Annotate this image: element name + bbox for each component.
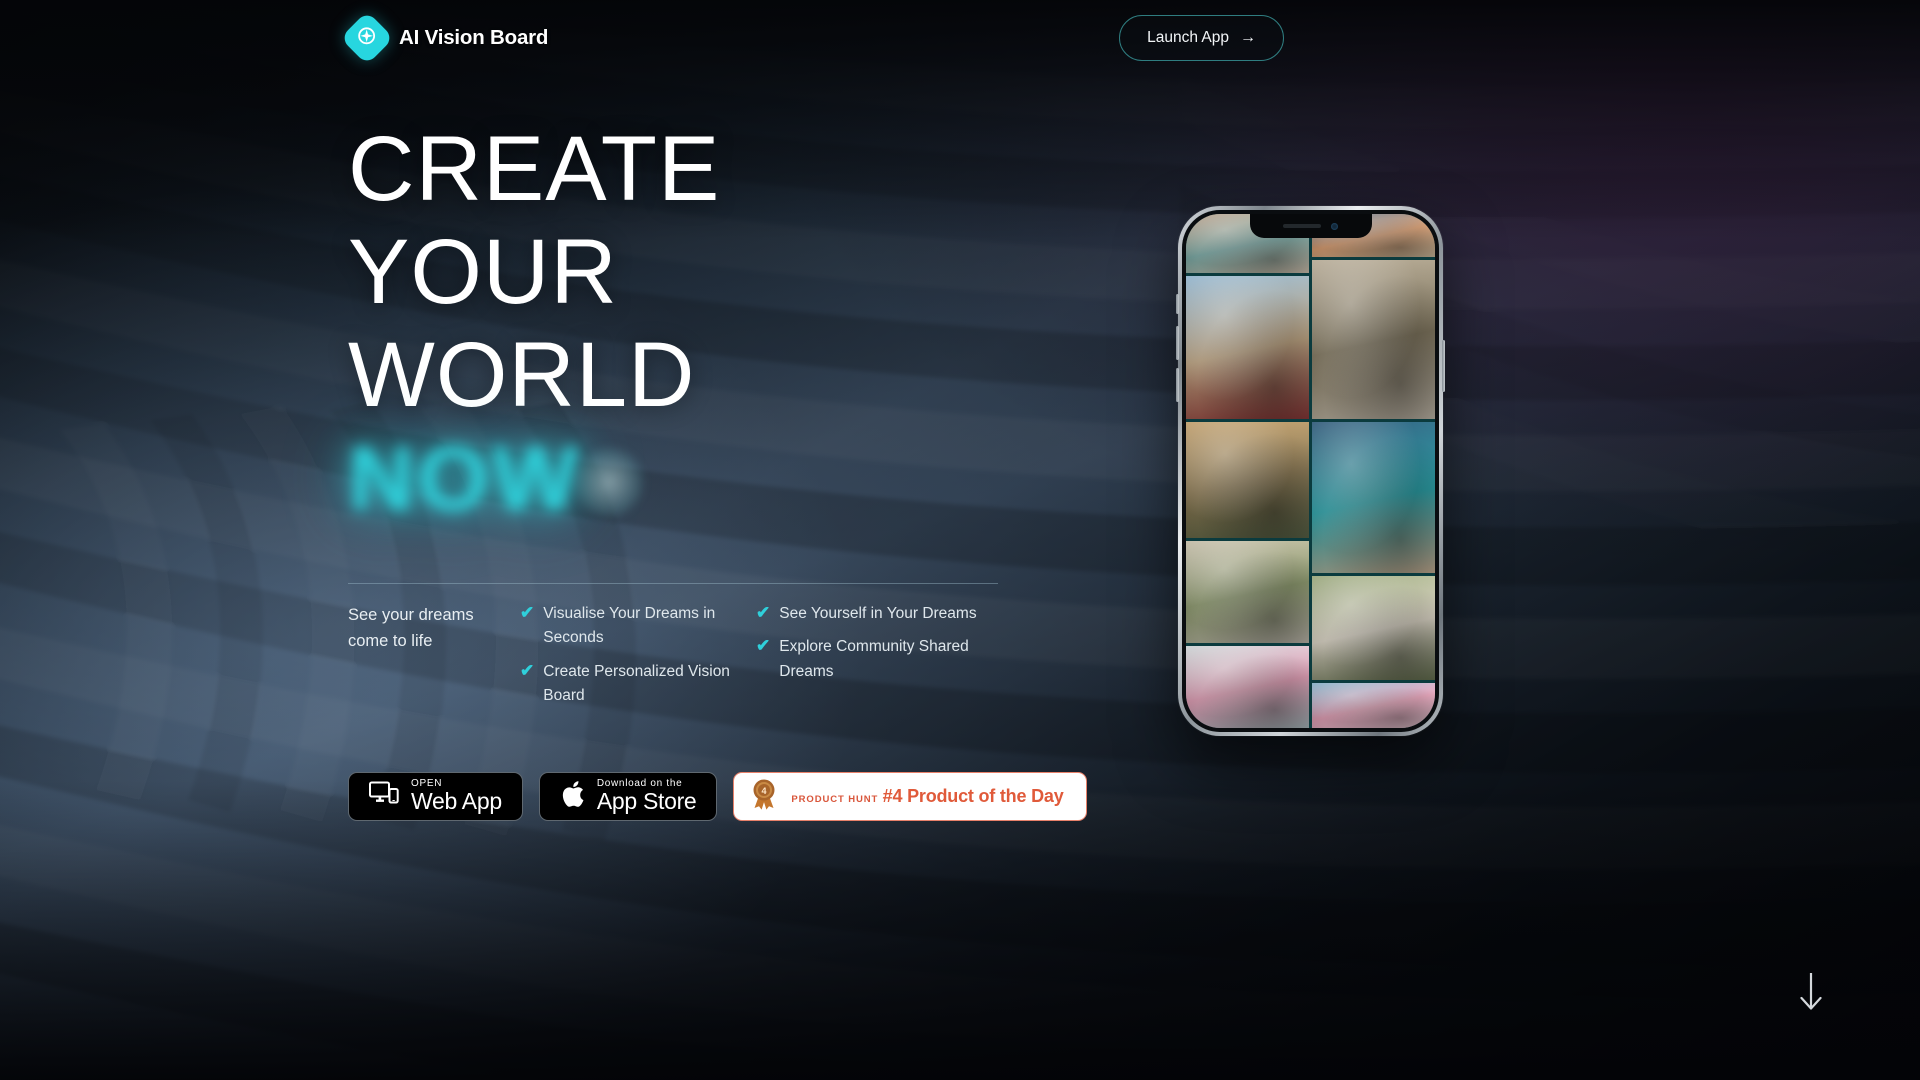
- gallery-column-right: [1312, 214, 1435, 728]
- list-item: ✔ Create Personalized Vision Board: [520, 660, 756, 709]
- web-app-badge-label: Web App: [411, 788, 502, 815]
- phone-volume-up-button: [1176, 326, 1179, 360]
- gallery-tile-tulip-bathroom[interactable]: [1186, 646, 1309, 728]
- check-icon: ✔: [520, 660, 535, 680]
- hero-section: CREATE YOUR WORLD NOW: [348, 118, 1048, 531]
- phone-mockup: [1176, 206, 1445, 736]
- gallery-tile-shading: [1312, 575, 1435, 680]
- gallery-tile-shading: [1186, 540, 1309, 644]
- feature-label: Visualise Your Dreams in Seconds: [543, 605, 716, 647]
- arrow-down-icon[interactable]: [1798, 971, 1824, 1018]
- phone-frame: [1176, 206, 1445, 736]
- page-title: CREATE YOUR WORLD: [348, 118, 1048, 427]
- headline-line-2: YOUR: [348, 221, 618, 324]
- features-section: See your dreams come to life ✔ Visualise…: [348, 583, 1008, 718]
- list-item: ✔ See Yourself in Your Dreams: [756, 602, 992, 626]
- brand-name: AI Vision Board: [399, 26, 549, 49]
- gallery-tile-shading: [1186, 646, 1309, 728]
- feature-column-two: ✔ See Yourself in Your Dreams ✔ Explore …: [756, 602, 992, 718]
- gallery-tile-woman-in-canyon[interactable]: [1186, 540, 1309, 644]
- feature-column-one: ✔ Visualise Your Dreams in Seconds ✔ Cre…: [520, 602, 756, 718]
- list-item: ✔ Visualise Your Dreams in Seconds: [520, 602, 756, 651]
- web-app-badge[interactable]: OPEN Web App: [348, 772, 523, 821]
- hero-tagline: See your dreams come to life: [348, 606, 474, 651]
- check-icon: ✔: [756, 636, 771, 656]
- svg-text:4: 4: [762, 786, 767, 796]
- phone-bezel: [1182, 210, 1439, 732]
- headline-accent-now: NOW: [348, 428, 582, 531]
- gallery-tile-teal-gown-galaxy[interactable]: [1312, 421, 1435, 573]
- earpiece-speaker-icon: [1283, 224, 1321, 228]
- gallery-tile-lioness-portrait[interactable]: [1186, 421, 1309, 538]
- app-store-badge[interactable]: Download on the App Store: [538, 772, 718, 821]
- headline-line-1: CREATE: [348, 118, 721, 220]
- brand-logo[interactable]: AI Vision Board: [340, 11, 549, 65]
- apple-icon: [560, 779, 585, 814]
- store-badges: OPEN Web App Download on the App Store 4: [348, 772, 1087, 821]
- gallery-column-left: [1186, 214, 1309, 728]
- desktop-mobile-icon: [369, 781, 399, 812]
- feature-label: Explore Community Shared Dreams: [779, 638, 969, 680]
- gallery-tile-hot-air-balloons[interactable]: [1186, 275, 1309, 419]
- check-icon: ✔: [520, 603, 535, 622]
- gallery-tile-pink-clouds-sky[interactable]: [1312, 682, 1435, 728]
- gallery-tile-shading: [1312, 421, 1435, 573]
- product-hunt-badge[interactable]: 4 PRODUCT HUNT #4 Product of the Day: [733, 772, 1087, 821]
- arrow-right-icon: →: [1240, 29, 1256, 46]
- phone-silent-switch: [1176, 294, 1179, 314]
- check-icon: ✔: [756, 603, 771, 622]
- gallery-tile-shading: [1186, 421, 1309, 538]
- list-item: ✔ Explore Community Shared Dreams: [756, 635, 992, 684]
- headline-line-3: WORLD: [348, 324, 696, 427]
- gallery-tile-shading: [1312, 260, 1435, 419]
- front-camera-icon: [1331, 222, 1338, 230]
- gallery-tile-woman-hillside[interactable]: [1312, 575, 1435, 680]
- divider: [348, 583, 998, 584]
- gallery-tile-shading: [1186, 275, 1309, 419]
- medal-icon: 4: [749, 777, 779, 816]
- app-store-badge-label: App Store: [596, 788, 697, 815]
- feature-label: See Yourself in Your Dreams: [779, 605, 977, 622]
- phone-power-button: [1442, 340, 1445, 392]
- product-hunt-label: PRODUCT HUNT: [791, 794, 879, 805]
- phone-volume-down-button: [1176, 368, 1179, 402]
- launch-app-label: Launch App: [1147, 29, 1229, 46]
- site-header: AI Vision Board Launch App →: [0, 0, 1920, 76]
- feature-label: Create Personalized Vision Board: [543, 662, 730, 705]
- phone-screen: [1186, 214, 1435, 728]
- diamond-sparkle-icon: [340, 11, 394, 65]
- launch-app-button[interactable]: Launch App →: [1119, 15, 1284, 61]
- gallery-tile-luxury-loft-living[interactable]: [1312, 260, 1435, 419]
- phone-notch: [1249, 214, 1372, 238]
- product-hunt-rank: #4 Product of the Day: [882, 786, 1064, 806]
- gallery-tile-shading: [1312, 682, 1435, 728]
